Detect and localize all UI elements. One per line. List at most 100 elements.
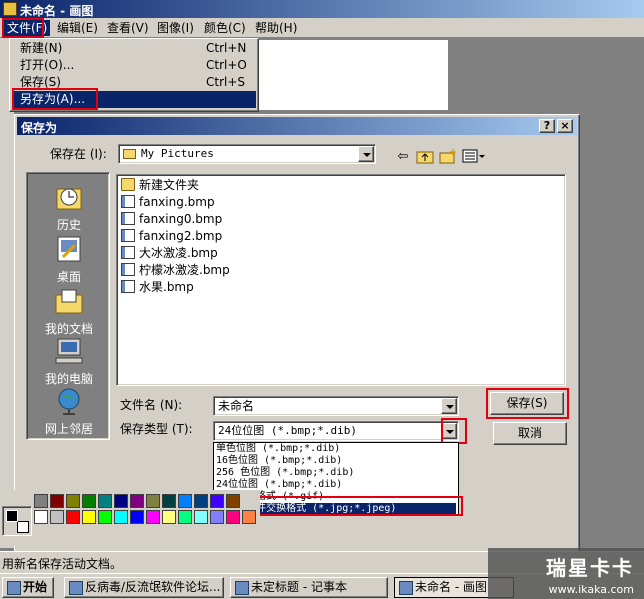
place-network[interactable]: 网上邻居 [27,383,111,436]
filename-label: 文件名 (N): [120,398,183,412]
menu-item-save-as[interactable]: 另存为(A)... [12,91,256,108]
desktop-icon [57,236,81,262]
filetype-option[interactable]: 单色位图 (*.bmp;*.dib) [216,443,456,455]
color-swatch[interactable] [226,510,240,524]
menu-view[interactable]: 查看(V) [104,20,152,36]
dialog-title-bar: 保存为 ? × [17,117,577,135]
up-folder-icon[interactable] [415,148,435,166]
list-item[interactable]: 水果.bmp [121,279,194,296]
filetype-option[interactable]: 256 色位图 (*.bmp;*.dib) [216,467,456,479]
menu-colors[interactable]: 颜色(C) [201,20,249,36]
color-swatch[interactable] [66,510,80,524]
color-swatch[interactable] [146,494,160,508]
new-folder-icon[interactable] [438,148,458,166]
close-button[interactable]: × [557,119,573,133]
color-swatch[interactable] [98,510,112,524]
color-swatch[interactable] [34,494,48,508]
color-swatch[interactable] [130,494,144,508]
color-palette [0,490,260,546]
menu-file[interactable]: 文件(F) [4,20,51,36]
color-swatch[interactable] [114,510,128,524]
window-title: 未命名 - 画图 [20,4,94,18]
color-swatch[interactable] [178,510,192,524]
back-icon[interactable]: ⇦ [393,148,413,166]
bitmap-file-icon [121,263,135,276]
menu-item-new[interactable]: 新建(N) Ctrl+N [12,40,256,57]
menu-bar: 文件(F) 编辑(E) 查看(V) 图像(I) 颜色(C) 帮助(H) [0,18,644,38]
bitmap-file-icon [121,246,135,259]
list-item[interactable]: 柠檬冰激凌.bmp [121,262,230,279]
color-swatch[interactable] [194,510,208,524]
drawing-canvas[interactable] [258,40,448,110]
places-bar: 历史 桌面 我的文档 我的电脑 网上邻居 [26,172,110,440]
folder-icon [121,178,135,191]
cancel-button[interactable]: 取消 [493,422,567,445]
color-swatch[interactable] [50,494,64,508]
save-in-combo[interactable]: My Pictures [118,144,376,164]
chevron-down-icon[interactable] [441,423,457,439]
foreground-color-swatch [6,510,18,522]
current-colors[interactable] [2,506,32,536]
menu-edit[interactable]: 编辑(E) [54,20,101,36]
color-swatch[interactable] [162,510,176,524]
list-item[interactable]: 大冰激凌.bmp [121,245,218,262]
color-swatch[interactable] [98,494,112,508]
status-text: 用新名保存活动文档。 [2,557,123,571]
taskbar-item-notepad[interactable]: 未定标题 - 记事本 [230,577,388,598]
menu-item-save[interactable]: 保存(S) Ctrl+S [12,74,256,91]
color-swatch[interactable] [178,494,192,508]
list-item[interactable]: fanxing0.bmp [121,211,222,228]
file-list[interactable]: 新建文件夹 fanxing.bmp fanxing0.bmp fanxing2.… [116,174,566,386]
color-swatch[interactable] [130,510,144,524]
view-menu-icon[interactable] [461,148,487,166]
watermark-logo: 瑞星卡卡 www.ikaka.com [488,548,644,599]
background-color-swatch [17,521,29,533]
color-swatch[interactable] [242,510,256,524]
taskbar-item-forum[interactable]: 反病毒/反流氓软件论坛... [64,577,224,598]
color-swatch[interactable] [50,510,64,524]
list-item[interactable]: fanxing2.bmp [121,228,222,245]
watermark-url: www.ikaka.com [548,583,634,596]
folder-icon [123,149,136,159]
bitmap-file-icon [121,212,135,225]
menu-item-open[interactable]: 打开(O)... Ctrl+O [12,57,256,74]
menu-help[interactable]: 帮助(H) [252,20,300,36]
tool-strip [0,38,14,548]
bitmap-file-icon [121,195,135,208]
paint-title-bar: 未命名 - 画图 [0,0,644,18]
color-swatch[interactable] [82,510,96,524]
place-my-documents[interactable]: 我的文档 [27,283,111,336]
filename-input[interactable]: 未命名 [213,396,459,416]
save-button[interactable]: 保存(S) [490,392,564,415]
place-history[interactable]: 历史 [27,179,111,232]
filetype-select[interactable]: 24位位图 (*.bmp;*.dib) [213,421,459,441]
color-swatch[interactable] [226,494,240,508]
color-swatch[interactable] [34,510,48,524]
my-documents-icon [55,289,83,314]
list-item[interactable]: 新建文件夹 [121,177,199,194]
bitmap-file-icon [121,280,135,293]
color-swatch[interactable] [210,494,224,508]
color-swatch[interactable] [162,494,176,508]
help-button[interactable]: ? [539,119,555,133]
chevron-down-icon[interactable] [358,146,374,162]
color-swatch[interactable] [146,510,160,524]
place-my-computer[interactable]: 我的电脑 [27,333,111,386]
bitmap-file-icon [121,229,135,242]
color-swatch[interactable] [82,494,96,508]
list-item[interactable]: fanxing.bmp [121,194,215,211]
dialog-title: 保存为 [21,121,58,135]
place-desktop[interactable]: 桌面 [27,231,111,284]
color-swatch[interactable] [194,494,208,508]
history-icon [56,188,82,210]
filetype-option[interactable]: 16色位图 (*.bmp;*.dib) [216,455,456,467]
color-swatch[interactable] [210,510,224,524]
chevron-down-icon[interactable] [441,398,457,414]
start-button[interactable]: 开始 [2,577,54,598]
color-swatch[interactable] [114,494,128,508]
filetype-label: 保存类型 (T): [120,422,193,436]
menu-image[interactable]: 图像(I) [154,20,197,36]
color-swatch[interactable] [66,494,80,508]
watermark-brand: 瑞星卡卡 [546,556,634,580]
paint-app-icon [3,2,17,16]
